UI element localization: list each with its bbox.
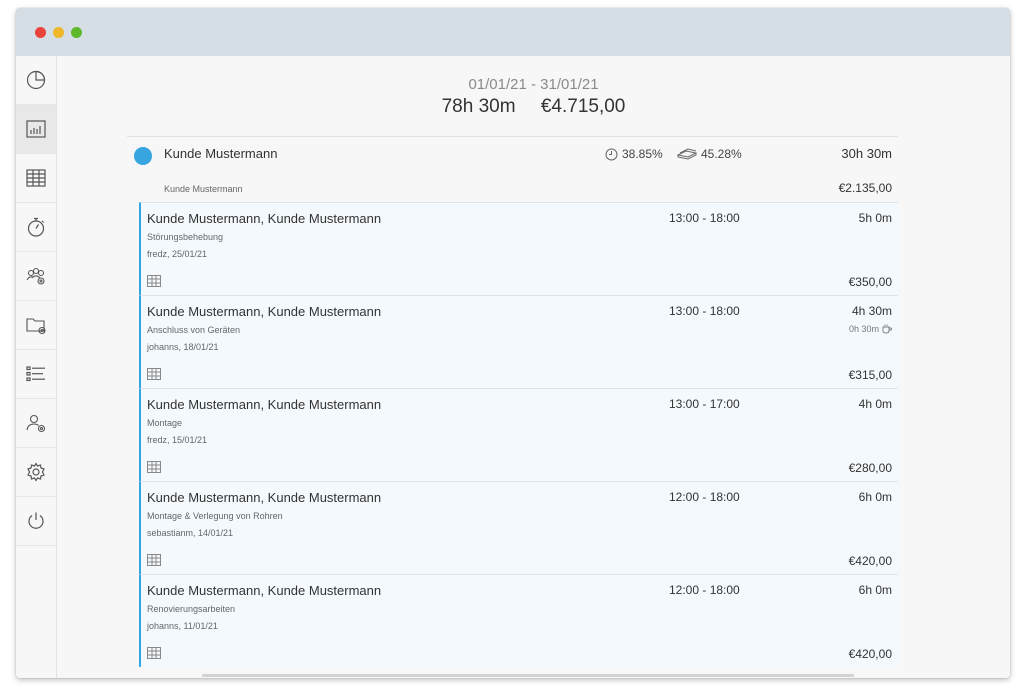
entry-break: 0h 30m: [849, 324, 892, 334]
title-bar: [16, 8, 1010, 56]
sidebar-item-reports[interactable]: [16, 105, 56, 154]
sidebar-item-calendar[interactable]: [16, 154, 56, 203]
time-entry[interactable]: Kunde Mustermann, Kunde Mustermann Störu…: [139, 202, 898, 295]
list-icon: [26, 366, 45, 382]
customer-color-dot: [134, 147, 152, 165]
entry-user-date: sebastianm, 14/01/21: [147, 528, 234, 538]
money-percent-value: 45.28%: [701, 147, 742, 161]
report-period: 01/01/21 - 31/01/21: [468, 76, 599, 93]
customer-amount: €2.135,00: [838, 181, 892, 195]
time-entry[interactable]: Kunde Mustermann, Kunde Mustermann Ansch…: [139, 295, 898, 388]
time-percent-value: 38.85%: [622, 147, 663, 161]
time-entry[interactable]: Kunde Mustermann, Kunde Mustermann Monta…: [139, 388, 898, 481]
close-window-button[interactable]: [35, 27, 46, 38]
sidebar-item-project-settings[interactable]: [16, 301, 56, 350]
maximize-window-button[interactable]: [71, 27, 82, 38]
sidebar: [16, 56, 57, 678]
app-window: 01/01/21 - 31/01/21 78h 30m €4.715,00 Ku…: [16, 8, 1010, 678]
entry-description: Anschluss von Geräten: [147, 325, 241, 335]
entry-duration: 5h 0m: [858, 211, 892, 225]
customer-money-percent: 45.28%: [677, 147, 742, 161]
entry-time-range: 12:00 - 18:00: [669, 490, 740, 504]
calendar-grid-icon: [147, 647, 161, 659]
calendar-grid-icon: [147, 275, 161, 287]
entry-user-date: fredz, 25/01/21: [147, 249, 208, 259]
sidebar-item-user-settings[interactable]: [16, 399, 56, 448]
entry-amount: €420,00: [848, 554, 892, 568]
report-content: 01/01/21 - 31/01/21 78h 30m €4.715,00 Ku…: [57, 56, 1010, 678]
entry-amount: €280,00: [848, 461, 892, 475]
time-entry[interactable]: Kunde Mustermann, Kunde Mustermann Monta…: [139, 481, 898, 574]
sidebar-item-team-settings[interactable]: [16, 252, 56, 301]
time-entries-list: Kunde Mustermann, Kunde Mustermann Störu…: [139, 202, 898, 667]
minimize-window-button[interactable]: [53, 27, 64, 38]
customer-duration: 30h 30m: [841, 146, 892, 161]
calendar-grid-icon: [147, 461, 161, 473]
entry-title: Kunde Mustermann, Kunde Mustermann: [147, 397, 382, 412]
customer-time-percent: 38.85%: [605, 147, 663, 161]
sidebar-item-settings[interactable]: [16, 448, 56, 497]
entry-break-duration: 0h 30m: [848, 324, 879, 334]
total-amount: €4.715,00: [540, 96, 626, 117]
entry-description: Montage: [147, 418, 183, 428]
pie-chart-icon: [26, 70, 46, 90]
entry-duration: 4h 30m: [851, 304, 892, 318]
entry-description: Störungsbehebung: [147, 232, 224, 242]
entry-duration: 6h 0m: [858, 583, 892, 597]
customer-summary[interactable]: Kunde Mustermann 38.85% 45.28% 30h 30m K…: [127, 136, 898, 202]
entry-amount: €315,00: [848, 368, 892, 382]
customer-name: Kunde Mustermann: [164, 146, 278, 161]
calendar-grid-icon: [147, 554, 161, 566]
total-time: 78h 30m: [441, 96, 516, 117]
report-totals: 78h 30m €4.715,00: [57, 96, 1010, 118]
entry-user-date: johanns, 18/01/21: [147, 342, 219, 352]
entry-title: Kunde Mustermann, Kunde Mustermann: [147, 490, 382, 505]
entry-user-date: fredz, 15/01/21: [147, 435, 208, 445]
stopwatch-icon: [27, 217, 45, 237]
gear-icon: [27, 462, 45, 482]
entry-user-date: johanns, 11/01/21: [147, 621, 218, 631]
time-entry[interactable]: Kunde Mustermann, Kunde Mustermann Renov…: [139, 574, 898, 667]
entry-time-range: 13:00 - 18:00: [669, 211, 740, 225]
entry-duration: 4h 0m: [858, 397, 892, 411]
entry-title: Kunde Mustermann, Kunde Mustermann: [147, 583, 382, 598]
entry-time-range: 13:00 - 18:00: [669, 304, 740, 318]
sidebar-item-overview[interactable]: [16, 56, 56, 105]
entry-time-range: 13:00 - 17:00: [669, 397, 740, 411]
entry-amount: €350,00: [848, 275, 892, 289]
sidebar-item-timer[interactable]: [16, 203, 56, 252]
sidebar-item-logout[interactable]: [16, 497, 56, 546]
power-icon: [28, 512, 44, 529]
horizontal-scrollbar[interactable]: [202, 674, 854, 677]
team-settings-icon: [26, 267, 45, 285]
customer-sub-label: Kunde Mustermann: [164, 184, 243, 194]
entry-description: Montage & Verlegung von Rohren: [147, 511, 283, 521]
entry-description: Renovierungsarbeiten: [147, 604, 236, 614]
entry-amount: €420,00: [848, 647, 892, 661]
entry-duration: 6h 0m: [858, 490, 892, 504]
calendar-grid-icon: [26, 169, 46, 187]
calendar-grid-icon: [147, 368, 161, 380]
sidebar-item-list[interactable]: [16, 350, 56, 399]
entry-time-range: 12:00 - 18:00: [669, 583, 740, 597]
bar-chart-icon: [26, 120, 46, 138]
user-settings-icon: [26, 414, 46, 433]
folder-settings-icon: [26, 318, 46, 335]
entry-title: Kunde Mustermann, Kunde Mustermann: [147, 304, 382, 319]
money-stack-icon: [677, 148, 697, 160]
entry-title: Kunde Mustermann, Kunde Mustermann: [147, 211, 382, 226]
coffee-cup-icon: [882, 324, 892, 334]
clock-icon: [605, 148, 618, 160]
